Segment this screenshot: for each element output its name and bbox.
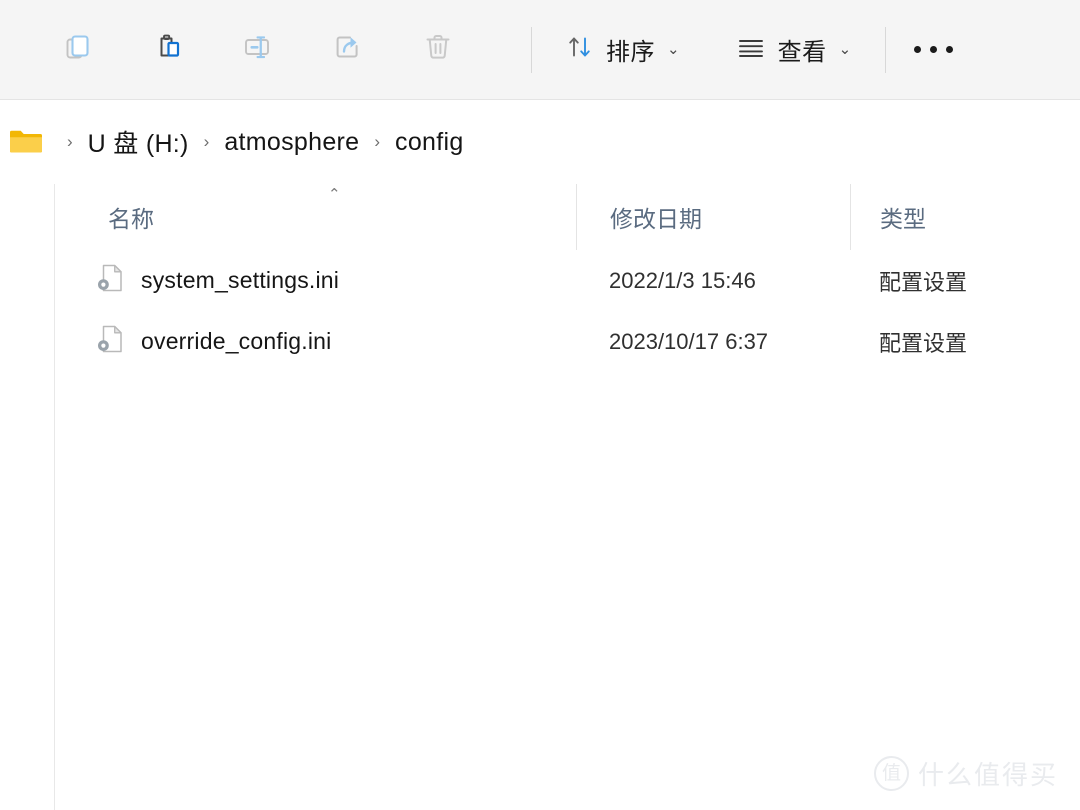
toolbar-separator-1 (531, 26, 532, 73)
file-type-cell: 配置设置 (850, 326, 1030, 358)
column-header-type[interactable]: 类型 (850, 184, 1030, 250)
copy-icon (63, 32, 93, 67)
breadcrumb-separator: › (374, 132, 381, 151)
table-row[interactable]: system_settings.ini 2022/1/3 15:46 配置设置 (55, 250, 1080, 311)
file-type-label: 配置设置 (879, 269, 968, 295)
sort-button[interactable]: 排序 ⌄ (558, 27, 688, 73)
table-row[interactable]: override_config.ini 2023/10/17 6:37 配置设置 (55, 311, 1080, 372)
rename-button[interactable] (235, 27, 281, 73)
column-header-date-label: 修改日期 (610, 206, 702, 232)
rename-icon (242, 32, 274, 67)
view-label: 查看 (777, 39, 827, 66)
file-name-cell: system_settings.ini (55, 262, 576, 299)
sort-ascending-icon: ⌃ (328, 186, 341, 203)
sort-label: 排序 (606, 39, 655, 66)
breadcrumb-item-drive[interactable]: U 盘 (H:) (84, 122, 193, 162)
file-type-label: 配置设置 (879, 330, 968, 356)
file-date-cell: 2022/1/3 15:46 (576, 268, 850, 294)
toolbar-separator-2 (885, 26, 887, 73)
delete-button[interactable] (415, 27, 461, 73)
command-toolbar: 排序 ⌄ 查看 ⌄ (0, 0, 1080, 100)
view-button[interactable]: 查看 ⌄ (728, 27, 860, 73)
overflow-button[interactable] (910, 27, 956, 73)
address-bar[interactable]: › U 盘 (H:) › atmosphere › config (0, 100, 1080, 184)
paste-button[interactable] (145, 27, 191, 73)
file-name-cell: override_config.ini (55, 323, 576, 360)
breadcrumb-item-atmosphere[interactable]: atmosphere (220, 126, 363, 159)
column-header-type-label: 类型 (880, 206, 926, 232)
column-headers: 名称 ⌃ 修改日期 类型 (55, 184, 1080, 250)
file-list-pane[interactable]: 名称 ⌃ 修改日期 类型 system_settings.ini 2022/1/… (55, 184, 1080, 810)
view-list-icon (736, 33, 766, 66)
breadcrumb-separator: › (203, 132, 210, 151)
column-header-name-label: 名称 (108, 206, 154, 232)
ini-file-icon (95, 262, 125, 299)
chevron-down-icon: ⌄ (667, 41, 680, 58)
file-name-label: system_settings.ini (141, 267, 340, 293)
ellipsis-icon (913, 46, 953, 53)
navigation-pane[interactable] (0, 184, 55, 810)
column-header-name[interactable]: 名称 ⌃ (55, 184, 576, 250)
file-date-cell: 2023/10/17 6:37 (576, 329, 850, 355)
file-name-label: override_config.ini (141, 328, 332, 354)
file-type-cell: 配置设置 (850, 265, 1030, 297)
file-date-label: 2023/10/17 6:37 (609, 328, 769, 354)
ini-file-icon (95, 323, 125, 360)
file-date-label: 2022/1/3 15:46 (609, 267, 756, 293)
share-button[interactable] (325, 27, 371, 73)
chevron-down-icon: ⌄ (838, 41, 852, 58)
breadcrumb-separator: › (67, 132, 73, 151)
share-icon (333, 32, 363, 67)
sort-icon (566, 33, 594, 66)
column-header-date-modified[interactable]: 修改日期 (576, 184, 850, 250)
folder-icon (8, 127, 44, 157)
copy-button[interactable] (55, 27, 101, 73)
content-area: 名称 ⌃ 修改日期 类型 system_settings.ini 2022/1/… (0, 184, 1080, 810)
paste-icon (153, 32, 183, 67)
breadcrumb-item-config[interactable]: config (391, 126, 468, 159)
trash-icon (423, 32, 453, 67)
